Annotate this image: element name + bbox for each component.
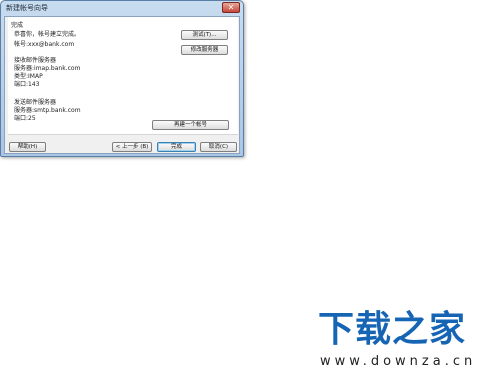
section-header: 完成 <box>11 22 24 29</box>
outgoing-port-text: 端口:25 <box>14 115 36 122</box>
downza-watermark-logo: 下载之家 www.downza.cn <box>316 310 496 380</box>
finish-button[interactable]: 完成 <box>157 142 196 152</box>
congrats-text: 恭喜你，帐号建立完成。 <box>14 31 81 38</box>
incoming-type-text: 类型:IMAP <box>14 73 43 80</box>
brand-name: 下载之家 <box>318 309 467 350</box>
outgoing-server-heading: 发送邮件服务器 <box>14 99 57 106</box>
brand-url: www.downza.cn <box>320 354 477 369</box>
title-bar[interactable]: 新建帐号向导 ✕ <box>1 1 243 16</box>
account-text: 帐号:xxx@bank.com <box>14 41 75 48</box>
modify-server-button[interactable]: 修改服务器 <box>181 45 228 55</box>
window-title: 新建帐号向导 <box>6 4 48 12</box>
new-account-wizard-window: 新建帐号向导 ✕ 完成 恭喜你，帐号建立完成。 帐号:xxx@bank.com … <box>0 0 244 157</box>
close-button[interactable]: ✕ <box>222 2 240 13</box>
create-another-account-button[interactable]: 再建一个帐号 <box>152 120 229 130</box>
outgoing-server-text: 服务器:smtp.bank.com <box>14 107 81 114</box>
cancel-button[interactable]: 取消(C) <box>200 142 237 152</box>
content-panel: 完成 恭喜你，帐号建立完成。 帐号:xxx@bank.com 接收邮件服务器 服… <box>8 17 238 135</box>
test-button[interactable]: 测试(T)... <box>181 30 228 40</box>
help-button[interactable]: 帮助(H) <box>9 142 46 152</box>
incoming-port-text: 端口:143 <box>14 81 40 88</box>
incoming-server-heading: 接收邮件服务器 <box>14 57 57 64</box>
dialog-client-area: 完成 恭喜你，帐号建立完成。 帐号:xxx@bank.com 接收邮件服务器 服… <box>4 16 240 154</box>
back-button[interactable]: < 上一步 (B) <box>112 142 152 152</box>
incoming-server-text: 服务器:imap.bank.com <box>14 65 81 72</box>
